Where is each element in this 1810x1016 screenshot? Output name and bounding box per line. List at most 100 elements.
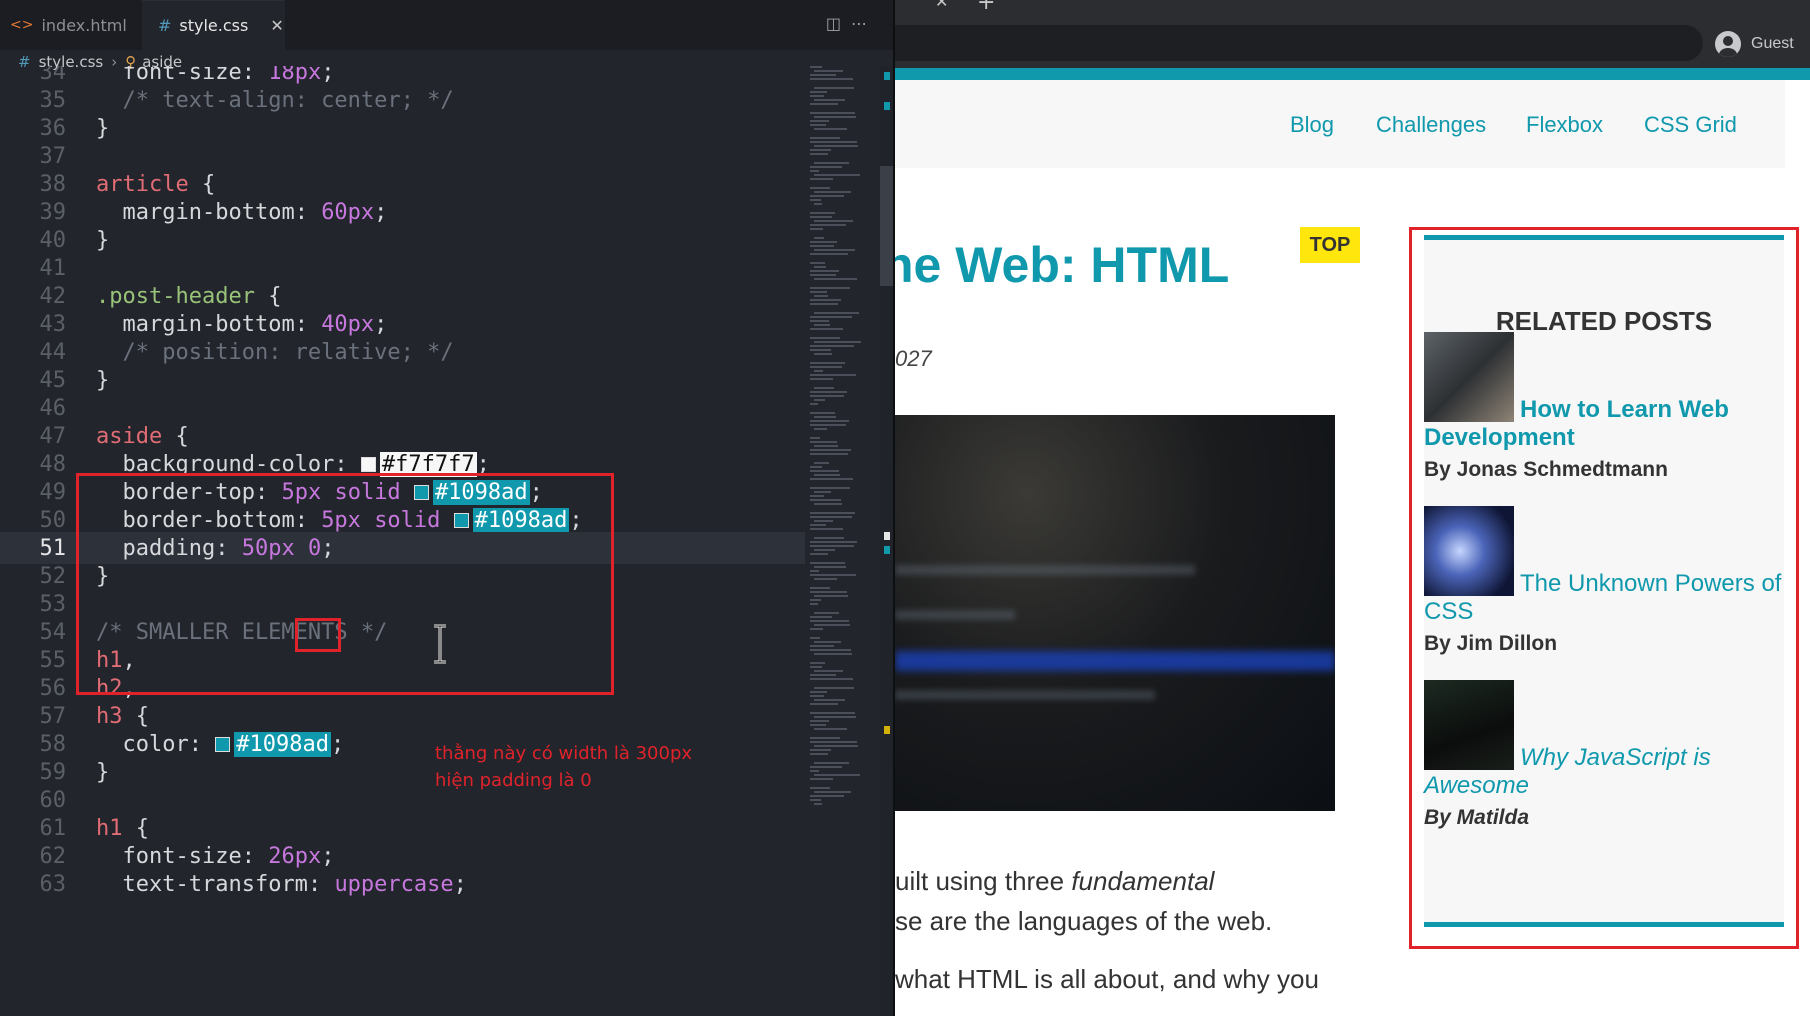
minimap-line bbox=[810, 545, 854, 547]
minimap-line bbox=[814, 745, 858, 747]
split-editor-icon[interactable]: ◫ bbox=[826, 14, 851, 33]
minimap-line bbox=[810, 153, 828, 155]
minimap-line bbox=[810, 678, 853, 680]
profile-label: Guest bbox=[1751, 35, 1794, 52]
minimap-line bbox=[810, 366, 842, 368]
minimap-line bbox=[810, 124, 826, 126]
minimap-line bbox=[810, 778, 833, 780]
browser-chrome: ✕ + Guest bbox=[895, 0, 1810, 68]
tab-label: index.html bbox=[41, 15, 127, 35]
close-icon[interactable]: ✕ bbox=[270, 16, 283, 35]
minimap-line bbox=[814, 716, 856, 718]
minimap-line bbox=[814, 641, 841, 643]
tab-index-html[interactable]: <> index.html bbox=[0, 0, 142, 50]
minimap-line bbox=[814, 520, 833, 522]
minimap-line bbox=[810, 603, 818, 605]
minimap-line bbox=[814, 387, 834, 389]
minimap-line bbox=[810, 216, 832, 218]
minimap[interactable] bbox=[808, 66, 878, 826]
nav-link-css-grid[interactable]: CSS Grid bbox=[1644, 112, 1737, 138]
minimap-line bbox=[810, 437, 820, 439]
minimap-line bbox=[810, 166, 842, 168]
minimap-line bbox=[810, 524, 826, 526]
scrollbar-thumb[interactable] bbox=[880, 166, 894, 286]
avatar bbox=[1715, 31, 1741, 57]
post-title: he Web: HTML bbox=[895, 237, 1230, 293]
minimap-line bbox=[810, 424, 846, 426]
profile-button[interactable]: Guest bbox=[1715, 28, 1794, 60]
minimap-line bbox=[810, 303, 838, 305]
code-editor: <> index.html # style.css ✕ ◫⋯ # style.c… bbox=[0, 0, 895, 1016]
annotation-line-2: hiện padding là 0 bbox=[435, 770, 592, 791]
minimap-line bbox=[810, 253, 848, 255]
minimap-line bbox=[814, 324, 830, 326]
minimap-line bbox=[810, 178, 833, 180]
top-badge: TOP bbox=[1300, 227, 1360, 263]
scroll-marker bbox=[884, 72, 890, 80]
nav-link-challenges[interactable]: Challenges bbox=[1376, 112, 1486, 138]
minimap-line bbox=[810, 374, 856, 376]
minimap-line bbox=[810, 737, 840, 739]
para-text: what HTML is all about, and why you bbox=[895, 964, 1319, 994]
minimap-line bbox=[810, 662, 825, 664]
minimap-line bbox=[810, 649, 851, 651]
minimap-line bbox=[814, 537, 844, 539]
new-tab-icon[interactable]: + bbox=[977, 0, 995, 15]
minimap-line bbox=[810, 453, 848, 455]
minimap-line bbox=[814, 791, 851, 793]
minimap-line bbox=[810, 712, 855, 714]
minimap-line bbox=[810, 599, 821, 601]
minimap-line bbox=[814, 191, 851, 193]
minimap-line bbox=[814, 595, 848, 597]
minimap-line bbox=[814, 70, 843, 72]
minimap-line bbox=[810, 787, 830, 789]
minimap-line bbox=[814, 116, 856, 118]
minimap-line bbox=[814, 145, 858, 147]
minimap-line bbox=[810, 512, 855, 514]
code-line: 63 text-transform: uppercase; bbox=[39, 871, 467, 897]
page-top-border bbox=[895, 68, 1810, 80]
browser-window: ✕ + Guest Blog Challenges Flexbox CSS Gr… bbox=[895, 0, 1810, 1016]
minimap-line bbox=[814, 728, 847, 730]
minimap-line bbox=[814, 295, 828, 297]
minimap-line bbox=[814, 203, 822, 205]
text-cursor-icon bbox=[434, 624, 446, 664]
close-tab-icon[interactable]: ✕ bbox=[935, 0, 948, 11]
minimap-line bbox=[810, 587, 830, 589]
address-bar[interactable] bbox=[895, 25, 1703, 61]
html-file-icon: <> bbox=[10, 17, 34, 33]
minimap-line bbox=[810, 66, 822, 68]
minimap-line bbox=[810, 403, 818, 405]
minimap-line bbox=[814, 416, 836, 418]
minimap-line bbox=[810, 287, 850, 289]
editor-actions: ◫⋯ bbox=[826, 14, 877, 33]
minimap-line bbox=[810, 574, 856, 576]
minimap-line bbox=[814, 653, 852, 655]
editor-scrollbar[interactable] bbox=[880, 66, 894, 1016]
minimap-line bbox=[810, 112, 855, 114]
minimap-line bbox=[810, 245, 834, 247]
minimap-line bbox=[814, 341, 861, 343]
minimap-line bbox=[814, 128, 847, 130]
minimap-line bbox=[810, 212, 835, 214]
editor-tab-bar: <> index.html # style.css ✕ ◫⋯ bbox=[0, 0, 895, 50]
minimap-line bbox=[810, 495, 824, 497]
minimap-line bbox=[810, 724, 826, 726]
nav-link-blog[interactable]: Blog bbox=[1290, 112, 1334, 138]
minimap-line bbox=[814, 774, 860, 776]
post-paragraph: uilt using three fundamental bbox=[895, 866, 1214, 897]
minimap-line bbox=[814, 503, 842, 505]
tab-style-css[interactable]: # style.css ✕ bbox=[142, 0, 285, 50]
post-date: 027 bbox=[895, 346, 932, 371]
minimap-line bbox=[814, 578, 837, 580]
more-actions-icon[interactable]: ⋯ bbox=[851, 14, 877, 33]
minimap-line bbox=[810, 199, 821, 201]
minimap-line bbox=[810, 645, 834, 647]
nav-link-flexbox[interactable]: Flexbox bbox=[1526, 112, 1603, 138]
scroll-marker bbox=[884, 546, 890, 554]
post-paragraph: se are the languages of the web. bbox=[895, 906, 1272, 937]
minimap-line bbox=[814, 445, 838, 447]
minimap-line bbox=[810, 720, 829, 722]
color-swatch[interactable] bbox=[215, 736, 231, 752]
color-swatch[interactable] bbox=[360, 456, 376, 472]
